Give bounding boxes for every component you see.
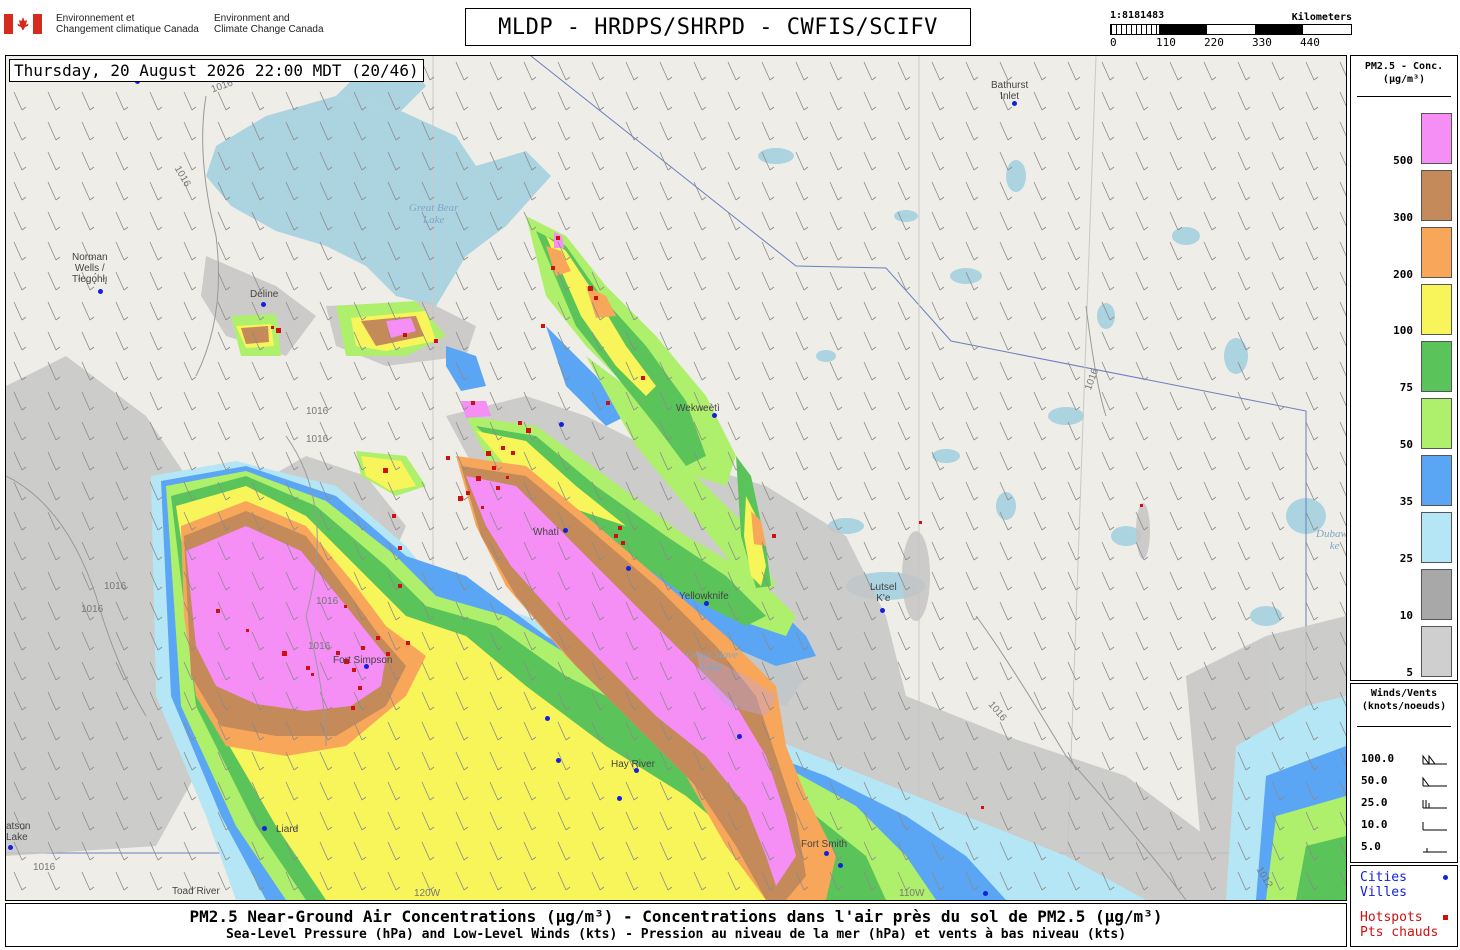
agency-name-en: Environment and Climate Change Canada — [214, 13, 324, 35]
isobar-label: 1016 — [33, 862, 56, 873]
legend-level-label: 5 — [1406, 666, 1413, 679]
city-dot — [617, 796, 622, 801]
meridian-label: 110W — [899, 888, 925, 899]
wind-legend: Winds/Vents (knots/noeuds) 100.0 50.0 25… — [1350, 683, 1458, 863]
city-dot — [880, 608, 885, 613]
place-watson-lake: atson Lake — [6, 821, 31, 843]
city-dot — [1012, 101, 1017, 106]
isobar-label: 1016 — [306, 434, 329, 445]
legend-level-label: 50 — [1399, 438, 1413, 451]
scale-bar-graphic — [1110, 24, 1352, 35]
legend-level-label: 200 — [1393, 268, 1413, 281]
place-bathurst-inlet: Bathurst Inlet — [991, 80, 1029, 102]
legend-level-label: 300 — [1393, 211, 1413, 224]
city-dot — [626, 566, 631, 571]
isobar-label: 1016 — [316, 596, 339, 607]
legend-title: PM2.5 - Conc. (µg/m³) — [1364, 61, 1444, 85]
isobar-label: 1016 — [308, 641, 331, 652]
wind-speed-label: 25.0 — [1361, 796, 1388, 809]
city-dot — [556, 758, 561, 763]
place-fort-simpson: Fort Simpson — [333, 655, 393, 666]
scale-tick: 220 — [1204, 36, 1224, 49]
city-dot — [559, 422, 564, 427]
scale-tick: 440 — [1300, 36, 1320, 49]
legend-swatch — [1421, 284, 1452, 335]
legend-level-label: 35 — [1399, 495, 1413, 508]
place-lutsel-ke: Lutsel K'e — [870, 582, 897, 604]
hotspots-label: Hotspots Pts chauds — [1360, 910, 1439, 940]
legend-level-label: 75 — [1399, 381, 1413, 394]
caption-line-2: Sea-Level Pressure (hPa) and Low-Level W… — [225, 927, 1127, 942]
place-yellowknife: Yellowknife — [679, 591, 729, 602]
caption-line-1: PM2.5 Near-Ground Air Concentrations (µg… — [189, 907, 1163, 926]
wind-speed-label: 100.0 — [1361, 752, 1395, 765]
cities-hotspots-legend: Cities Villes Hotspots Pts chauds — [1350, 865, 1458, 947]
place-norman-wells: Norman Wells / Tłegǫ́hłı̨ — [72, 252, 108, 285]
city-dot — [262, 826, 267, 831]
place-toad-river: Toad River — [172, 886, 220, 897]
map-title: MLDP - HRDPS/SHRPD - CWFIS/SCIFV — [465, 8, 971, 46]
map-canvas[interactable]: Norman Wells / Tłegǫ́hłı̨ Déline Bathurst I… — [5, 55, 1347, 901]
city-dot — [98, 289, 103, 294]
legend-swatch — [1421, 569, 1452, 620]
agency-name-fr: Environnement et Changement climatique C… — [56, 13, 199, 35]
legend-level-label: 25 — [1399, 552, 1413, 565]
cities-label: Cities Villes — [1360, 870, 1407, 900]
city-dot-icon — [1443, 875, 1448, 880]
legend-swatch — [1421, 512, 1452, 563]
map-graphics — [6, 56, 1346, 900]
city-dot — [364, 664, 369, 669]
legend-swatch — [1421, 227, 1452, 278]
city-dot — [261, 302, 266, 307]
wind-speed-label: 10.0 — [1361, 818, 1388, 831]
forecast-datetime: Thursday, 20 August 2026 22:00 MDT (20/4… — [9, 59, 424, 82]
city-dot — [563, 528, 568, 533]
scale-bar: 1:8181483 Kilometers 0 110 220 330 440 — [1110, 10, 1352, 52]
legend-swatch — [1421, 398, 1452, 449]
place-whati: Whatì — [533, 527, 560, 538]
place-fort-smith: Fort Smith — [801, 839, 848, 850]
lake-great-bear: Great Bear Lake — [409, 202, 459, 226]
city-dot — [824, 851, 829, 856]
city-dot — [838, 863, 843, 868]
isobar-label: 1016 — [81, 604, 104, 615]
scale-ratio: 1:8181483 — [1110, 10, 1165, 21]
city-dot — [704, 601, 709, 606]
wind-speed-label: 5.0 — [1361, 840, 1381, 853]
scale-unit: Kilometers — [1291, 12, 1352, 23]
scale-tick: 330 — [1252, 36, 1272, 49]
city-dot — [634, 768, 639, 773]
legend-level-label: 10 — [1399, 609, 1413, 622]
wind-legend-title: Winds/Vents (knots/noeuds) — [1361, 688, 1447, 712]
isobar-label: 1016 — [306, 406, 329, 417]
lake-great-slave: Great Slave Lake — [686, 649, 738, 673]
hotspot-square-icon — [1443, 915, 1448, 920]
scale-tick: 110 — [1156, 36, 1176, 49]
city-dot — [8, 845, 13, 850]
legend-swatch — [1421, 113, 1452, 164]
place-hay-river: Hay River — [611, 759, 655, 770]
legend-swatch — [1421, 341, 1452, 392]
map-caption: PM2.5 Near-Ground Air Concentrations (µg… — [5, 903, 1347, 947]
legend-swatch — [1421, 626, 1452, 677]
canada-flag-icon — [4, 14, 42, 34]
city-dot — [737, 734, 742, 739]
pm25-legend: PM2.5 - Conc. (µg/m³) 500 300 200 100 75… — [1350, 55, 1458, 681]
city-dot — [712, 413, 717, 418]
city-dot — [545, 716, 550, 721]
legend-level-label: 500 — [1393, 154, 1413, 167]
meridian-label: 120W — [414, 888, 441, 899]
place-deline: Déline — [250, 289, 279, 300]
lake-dubawnt: Dubawnke — [1316, 528, 1346, 552]
city-dot — [983, 891, 988, 896]
legend-level-label: 100 — [1393, 324, 1413, 337]
wind-barb-icon — [1422, 754, 1447, 853]
gc-logo: Environnement et Changement climatique C… — [4, 10, 344, 40]
scale-tick: 0 — [1110, 36, 1117, 49]
legend-swatch — [1421, 455, 1452, 506]
isobar-label: 1016 — [104, 581, 127, 592]
wind-speed-label: 50.0 — [1361, 774, 1388, 787]
legend-swatch — [1421, 170, 1452, 221]
place-fort-liard: Liard — [276, 824, 299, 835]
